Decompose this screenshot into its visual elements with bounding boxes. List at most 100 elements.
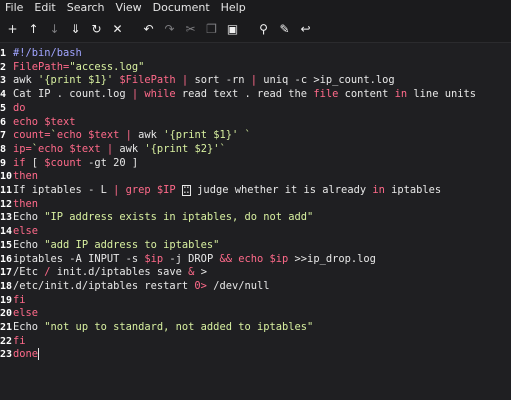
code-token: fi: [13, 334, 26, 347]
code-token: Echo: [13, 321, 45, 333]
code-token: sort -rn: [194, 74, 251, 87]
close-icon[interactable]: ✕: [107, 18, 128, 40]
code-line[interactable]: 10then: [0, 169, 38, 183]
code-line[interactable]: 20else: [0, 306, 38, 320]
code-line[interactable]: 23done: [0, 347, 40, 361]
code-line[interactable]: 22fi: [0, 334, 26, 348]
code-token: /dev/null: [213, 279, 270, 292]
code-line[interactable]: 18/etc/init.d/iptables restart 0> /dev/n…: [0, 279, 270, 293]
save-file-icon[interactable]: ↓: [44, 18, 65, 40]
code-token: $ip: [269, 252, 295, 265]
code-token: read: [257, 88, 289, 101]
menu-help[interactable]: Help: [216, 0, 252, 16]
code-token: init.d/iptables save: [56, 266, 189, 279]
code-token: do: [13, 101, 26, 114]
code-token: echo: [13, 115, 45, 128]
code-token: then: [13, 197, 39, 210]
code-token: line units: [413, 88, 476, 101]
code-token: Echo: [13, 238, 45, 251]
code-token: $FilePath: [113, 74, 176, 87]
code-token: |: [175, 74, 195, 87]
menu-file[interactable]: File: [0, 0, 29, 16]
code-token: "add IP address to iptables": [44, 238, 220, 251]
undo-icon[interactable]: ↶: [138, 18, 159, 40]
code-token: |: [250, 74, 264, 87]
code-token: /: [44, 266, 57, 279]
code-token: [: [31, 156, 45, 169]
code-line[interactable]: 16iptables -A INPUT -s $ip -j DROP && ec…: [0, 252, 376, 266]
menu-document[interactable]: Document: [148, 0, 216, 16]
code-line[interactable]: 21Echo "not up to standard, not added to…: [0, 320, 313, 334]
code-token: -gt 20 ]: [88, 156, 139, 169]
menu-view[interactable]: View: [111, 0, 148, 16]
code-token: echo: [38, 142, 70, 155]
code-token: #!/bin/bash: [13, 47, 82, 59]
code-line[interactable]: 1 #!/bin/bash: [0, 46, 82, 60]
code-line[interactable]: 12then: [0, 197, 38, 211]
code-token: &: [188, 266, 201, 279]
code-token: "access.log": [69, 60, 145, 73]
code-line[interactable]: 2 FilePath="access.log": [0, 60, 144, 74]
code-editor[interactable]: 1 #!/bin/bash 2 FilePath="access.log" 3 awk '…: [0, 43, 511, 400]
code-token: |: [113, 184, 126, 196]
code-line[interactable]: 6 echo $text: [0, 115, 76, 129]
code-token: $text: [44, 115, 76, 128]
code-token: $text: [69, 142, 107, 155]
code-token: $IP: [156, 184, 182, 196]
save-as-icon[interactable]: ⇓: [65, 18, 86, 40]
code-line[interactable]: 15Echo "add IP address to iptables": [0, 238, 219, 252]
code-token: fi: [13, 293, 26, 306]
code-line[interactable]: 13Echo "IP address exists in iptables, d…: [0, 210, 313, 224]
new-file-icon[interactable]: +: [2, 18, 23, 40]
code-token: the: [288, 88, 314, 101]
toolbar: + ↑ ↓ ⇓ ↻ ✕ ↶ ↷ ✂ ❐ ▣ ⚲ ✎ ↩: [0, 16, 511, 43]
code-token: awk: [13, 74, 39, 87]
code-token: echo: [238, 252, 270, 265]
menu-search[interactable]: Search: [62, 0, 111, 16]
code-token: '{print $1}': [163, 129, 239, 142]
code-line[interactable]: 14else: [0, 224, 38, 238]
code-token: >>ip_drop.log: [294, 252, 376, 265]
text-cursor: [38, 348, 40, 361]
code-token: $count: [44, 156, 89, 169]
code-token: `: [238, 129, 251, 142]
find-replace-icon[interactable]: ✎: [274, 18, 295, 40]
copy-icon[interactable]: ❐: [201, 18, 222, 40]
menu-edit[interactable]: Edit: [29, 0, 61, 16]
code-token: "IP address exists in iptables, do not a…: [44, 211, 314, 224]
code-token: else: [13, 225, 39, 238]
code-token: ip=: [13, 142, 32, 155]
unknown-glyph-box: •• ••: [181, 184, 191, 196]
code-token: file: [313, 88, 345, 101]
code-line[interactable]: 5 do: [0, 101, 26, 115]
code-token: >: [200, 266, 207, 279]
code-token: |: [131, 88, 145, 101]
code-line[interactable]: 3 awk '{print $1}' $FilePath | sort -rn |…: [0, 73, 395, 87]
reload-icon[interactable]: ↻: [86, 18, 107, 40]
code-token: -j DROP: [169, 252, 220, 265]
search-icon[interactable]: ⚲: [253, 18, 274, 40]
redo-icon[interactable]: ↷: [159, 18, 180, 40]
code-token: iptables -A INPUT -s: [13, 252, 145, 265]
code-token: Echo: [13, 211, 45, 224]
cut-icon[interactable]: ✂: [180, 18, 201, 40]
code-token: FilePath=: [13, 60, 70, 73]
paste-icon[interactable]: ▣: [222, 18, 243, 40]
code-line[interactable]: 7 count=`echo $text | awk '{print $1}' `: [0, 128, 251, 142]
code-token: |: [125, 129, 139, 142]
code-line[interactable]: 11If iptables - L | grep $IP •• •• judge …: [0, 183, 441, 197]
code-token: awk: [119, 142, 145, 155]
code-token: iptables: [391, 184, 442, 196]
code-line[interactable]: 19fi: [0, 293, 26, 307]
code-token: '{print $1}': [38, 74, 114, 87]
code-token: If iptables - L: [13, 184, 114, 196]
code-token: '{print $2}': [144, 142, 220, 155]
goto-icon[interactable]: ↩: [295, 18, 316, 40]
code-line[interactable]: 9 if [ $count -gt 20 ]: [0, 156, 138, 170]
code-line[interactable]: 8 ip=`echo $text | awk '{print $2}'`: [0, 142, 226, 156]
code-token: echo: [56, 129, 89, 142]
open-file-icon[interactable]: ↑: [23, 18, 44, 40]
code-line[interactable]: 17/Etc / init.d/iptables save & >: [0, 265, 207, 279]
code-line[interactable]: 4 Cat IP . count.log | while read text . …: [0, 87, 476, 101]
code-token: /etc/init.d/iptables restart: [13, 279, 195, 292]
